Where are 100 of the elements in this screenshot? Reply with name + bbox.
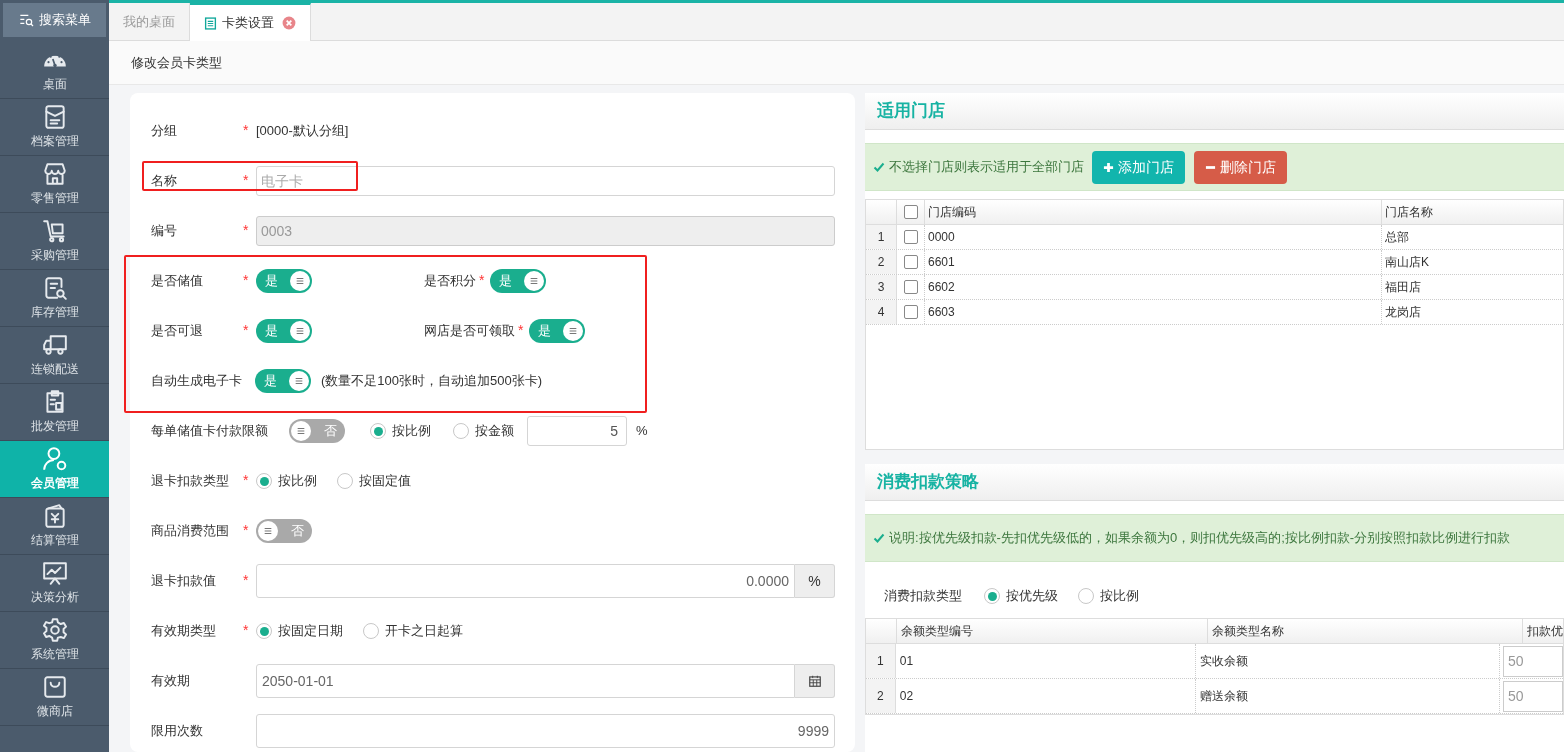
row-number: 3 xyxy=(866,275,897,299)
check-icon xyxy=(873,161,885,173)
table-cell: 6601 xyxy=(925,250,1382,274)
search-menu-button[interactable]: 搜索菜单 xyxy=(3,3,106,37)
field-label: 商品消费范围 xyxy=(151,522,230,541)
text-field[interactable]: 电子卡 xyxy=(256,166,835,196)
radio-label[interactable]: 按固定日期 xyxy=(278,621,343,641)
table-cell: 实收余额 xyxy=(1196,644,1500,678)
unit-label: % xyxy=(795,564,835,598)
radio-label[interactable]: 按比例 xyxy=(392,421,431,441)
truck-icon xyxy=(41,332,68,358)
column-header: 余额类型名称 xyxy=(1208,619,1523,643)
column-header: 门店名称 xyxy=(1384,204,1434,221)
radio-button[interactable] xyxy=(337,473,353,489)
menu-lines-icon xyxy=(295,276,305,286)
table-cell-text: 总部 xyxy=(1384,229,1410,246)
table-cell: 6603 xyxy=(925,300,1382,324)
radio-button[interactable] xyxy=(363,623,379,639)
check-icon xyxy=(873,532,885,544)
field-label: 退卡扣款值 xyxy=(151,572,217,591)
input-field[interactable]: 9999 xyxy=(256,714,835,748)
required-mark: * xyxy=(243,622,249,638)
field-label: 是否储值 xyxy=(151,272,204,291)
field-label: 网店是否可领取 xyxy=(424,322,515,341)
field-label: 编号 xyxy=(151,222,178,241)
close-icon[interactable] xyxy=(282,16,296,30)
store-icon xyxy=(41,161,68,187)
page-title: 修改会员卡类型 xyxy=(131,53,222,72)
table-cell: 0000 xyxy=(925,225,1382,249)
tab[interactable]: 卡类设置 xyxy=(190,3,311,41)
column-header: 门店编码 xyxy=(925,200,1382,224)
radio-label[interactable]: 按固定值 xyxy=(359,471,411,491)
calendar-button[interactable] xyxy=(795,664,835,698)
table-cell: 01 xyxy=(895,644,1197,678)
delete-store-button[interactable]: 删除门店 xyxy=(1194,150,1287,184)
checkbox[interactable] xyxy=(903,205,918,219)
field-label: 消费扣款类型 xyxy=(884,587,962,606)
number-field[interactable]: 50 xyxy=(1503,680,1563,712)
radio-button[interactable] xyxy=(256,623,272,639)
checkbox[interactable] xyxy=(903,255,918,269)
required-mark: * xyxy=(518,322,524,338)
cart-icon xyxy=(41,218,68,244)
date-field[interactable]: 2050-01-01 xyxy=(256,664,795,698)
row-number: 2 xyxy=(866,250,897,274)
menu-lines-icon xyxy=(294,376,304,386)
radio-label[interactable]: 按金额 xyxy=(475,421,514,441)
panel-title: 适用门店 xyxy=(877,100,945,123)
table-cell: 02 xyxy=(895,679,1197,713)
row-number: 1 xyxy=(866,225,897,249)
table-cell: 赠送余额 xyxy=(1196,679,1500,713)
hint-text: (数量不足100张时，自动追加500张卡) xyxy=(321,372,543,391)
menu-lines-icon xyxy=(568,326,578,336)
required-mark: * xyxy=(243,522,249,538)
required-mark: * xyxy=(243,122,249,138)
notice-text: 不选择门店则表示适用于全部门店 xyxy=(889,158,1084,177)
field-label: 限用次数 xyxy=(151,722,204,741)
table-cell-text: 福田店 xyxy=(1384,279,1422,296)
radio-label[interactable]: 开卡之日起算 xyxy=(385,621,463,641)
search-list-icon xyxy=(18,12,35,28)
row-number: 1 xyxy=(866,644,896,678)
radio-label[interactable]: 按优先级 xyxy=(1006,586,1058,606)
input-field[interactable]: 0.0000 xyxy=(256,564,795,598)
calendar-icon xyxy=(807,674,822,688)
field-value: [0000-默认分组] xyxy=(256,122,349,141)
field-label: 有效期类型 xyxy=(151,622,217,641)
column-header: 余额类型编号 xyxy=(896,619,1209,643)
number-field[interactable]: 50 xyxy=(1503,645,1563,677)
field-label: 退卡扣款类型 xyxy=(151,472,230,491)
notice-text: 说明:按优先级扣款-先扣优先级低的，如果余额为0，则扣优先级高的;按比例扣款-分别按照扣款比例进行扣款 xyxy=(889,529,1511,548)
field-label: 每单储值卡付款限额 xyxy=(151,422,268,441)
column-header: 扣款优 xyxy=(1526,623,1563,640)
field-label: 是否可退 xyxy=(151,322,204,341)
chart-icon xyxy=(41,560,68,586)
checkbox[interactable] xyxy=(903,280,918,294)
radio-button[interactable] xyxy=(370,423,386,439)
radio-button[interactable] xyxy=(984,588,1000,604)
row-number: 2 xyxy=(866,679,896,713)
table-cell: 6602 xyxy=(925,275,1382,299)
required-mark: * xyxy=(243,172,249,188)
required-mark: * xyxy=(243,472,249,488)
radio-label[interactable]: 按比例 xyxy=(278,471,317,491)
bag-icon xyxy=(41,674,68,700)
menu-lines-icon xyxy=(263,526,273,536)
radio-button[interactable] xyxy=(256,473,272,489)
radio-button[interactable] xyxy=(1078,588,1094,604)
table-cell-text: 南山店K xyxy=(1384,254,1430,271)
number-field[interactable]: 5 xyxy=(527,416,627,446)
gear-icon xyxy=(41,617,68,643)
field-label: 名称 xyxy=(151,172,178,191)
required-mark: * xyxy=(243,572,249,588)
radio-label[interactable]: 按比例 xyxy=(1100,586,1139,606)
menu-lines-icon xyxy=(529,276,539,286)
radio-button[interactable] xyxy=(453,423,469,439)
user-icon xyxy=(41,446,68,472)
required-mark: * xyxy=(243,222,249,238)
required-mark: * xyxy=(243,322,249,338)
field-label: 是否积分 xyxy=(424,272,476,291)
plus-icon xyxy=(1103,161,1114,173)
checkbox[interactable] xyxy=(903,230,918,244)
checkbox[interactable] xyxy=(903,305,918,319)
